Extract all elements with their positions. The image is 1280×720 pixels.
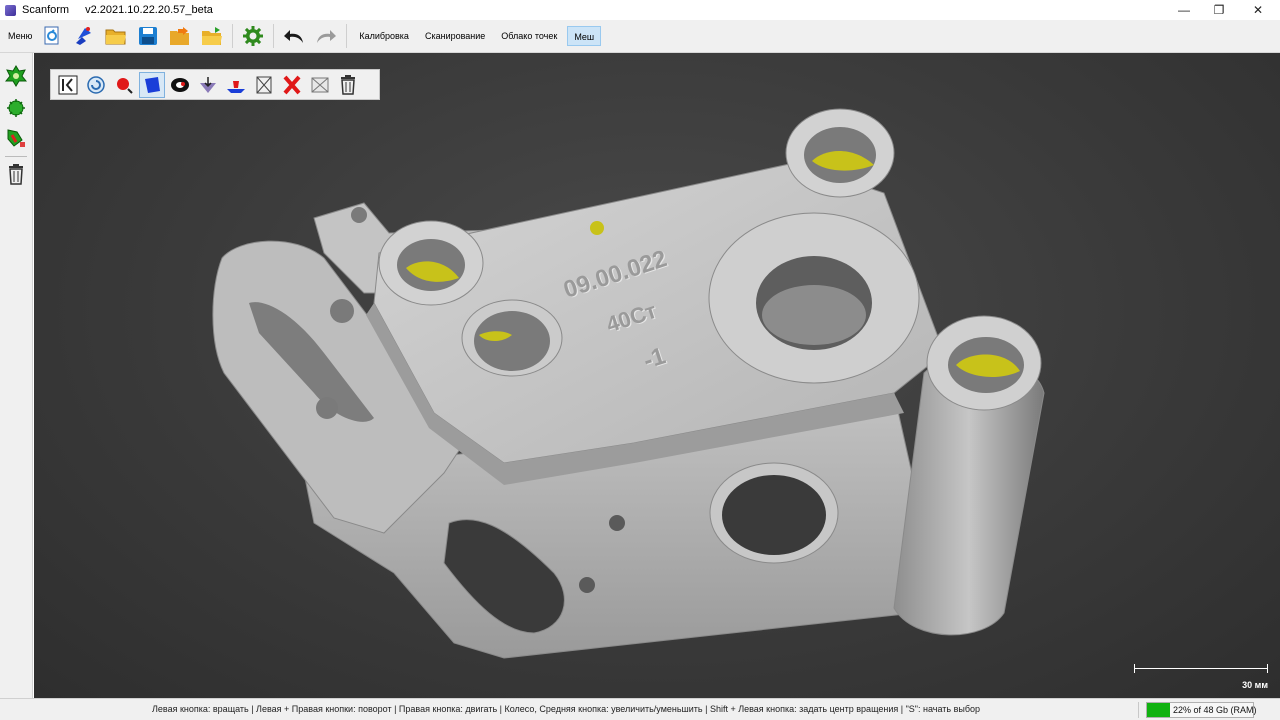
- mesh-green-icon[interactable]: [5, 65, 27, 87]
- delete-icon[interactable]: [335, 72, 361, 98]
- export-icon[interactable]: [167, 23, 193, 49]
- ram-usage-fill: [1147, 703, 1171, 717]
- title-bar: Scanform v2.2021.10.22.20.57_beta — ❐ ✕: [0, 0, 1280, 20]
- 3d-viewport[interactable]: 09.00.022 40Ст -1 30 мм: [34, 53, 1280, 698]
- panel-collapse-icon[interactable]: [55, 72, 81, 98]
- app-name: Scanform: [22, 4, 70, 16]
- scale-bar: [1134, 664, 1268, 674]
- toolbar-divider: [346, 24, 348, 48]
- mesh-model: [212, 108, 1045, 659]
- left-sidebar: [0, 53, 33, 698]
- tab-mesh[interactable]: Меш: [567, 26, 602, 46]
- plane-cut-icon[interactable]: [223, 72, 249, 98]
- scale-label: 30 мм: [1242, 680, 1268, 690]
- scanform-logo-icon: [5, 4, 16, 16]
- status-bar: Левая кнопка: вращать | Левая + Правая к…: [0, 698, 1280, 720]
- mesh-edit-icon[interactable]: [5, 127, 27, 149]
- close-button[interactable]: ✕: [1240, 0, 1276, 20]
- open-folder-icon[interactable]: [103, 23, 129, 49]
- polygon-select-icon[interactable]: [139, 71, 165, 98]
- settings-gear-icon[interactable]: [240, 23, 266, 49]
- reset-view-icon[interactable]: [83, 72, 109, 98]
- tab-scanning[interactable]: Сканирование: [419, 26, 491, 46]
- save-icon[interactable]: [135, 23, 161, 49]
- sidebar-divider: [5, 156, 27, 157]
- clear-selection-icon[interactable]: [279, 72, 305, 98]
- fill-select-icon[interactable]: [195, 72, 221, 98]
- tab-point-cloud[interactable]: Облако точек: [495, 26, 563, 46]
- ring-select-icon[interactable]: [167, 72, 193, 98]
- status-divider: [1138, 702, 1139, 718]
- undo-icon[interactable]: [281, 23, 307, 49]
- mouse-hints: Левая кнопка: вращать | Левая + Правая к…: [152, 704, 980, 714]
- export-folder-icon[interactable]: [199, 23, 225, 49]
- maximize-button[interactable]: ❐: [1201, 0, 1237, 20]
- mesh-tools-bar: [50, 69, 380, 100]
- new-project-icon[interactable]: [39, 23, 65, 49]
- import-icon[interactable]: [71, 23, 97, 49]
- trash-icon[interactable]: [5, 163, 27, 185]
- redo-icon[interactable]: [313, 23, 339, 49]
- toolbar-divider: [273, 24, 275, 48]
- ram-usage-indicator: 22% of 48 Gb (RAM): [1146, 702, 1257, 718]
- brush-select-icon[interactable]: [111, 72, 137, 98]
- toolbar-divider: [232, 24, 234, 48]
- minimize-button[interactable]: —: [1166, 0, 1202, 20]
- hide-selection-icon[interactable]: [307, 72, 333, 98]
- tab-calibration[interactable]: Калибровка: [353, 26, 415, 46]
- main-toolbar: Меню Калибровка Сканирование Облако точе…: [0, 20, 1280, 53]
- ram-usage-text: 22% of 48 Gb (RAM): [1173, 705, 1257, 715]
- invert-selection-icon[interactable]: [251, 72, 277, 98]
- menu-button[interactable]: Меню: [0, 20, 36, 53]
- app-version: v2.2021.10.22.20.57_beta: [85, 4, 213, 16]
- mesh-blob-icon[interactable]: [5, 97, 27, 119]
